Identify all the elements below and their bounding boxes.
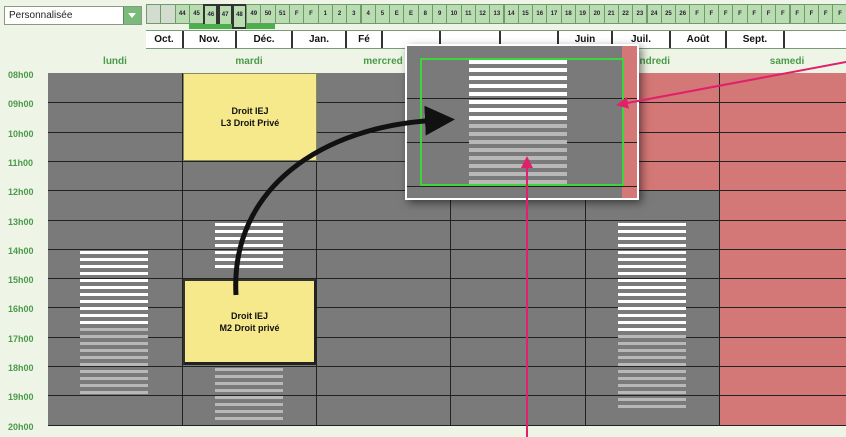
pointer-arrow-right	[616, 61, 846, 109]
annotation-overlay	[233, 61, 846, 437]
drag-arrow	[233, 105, 455, 296]
